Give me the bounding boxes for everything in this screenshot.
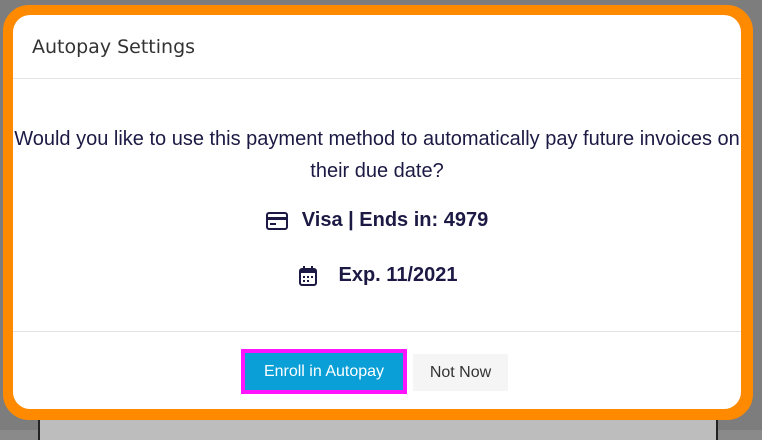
expiration-text: Exp. 11/2021 [338, 264, 458, 286]
expiration-line: Exp. 11/2021 [13, 264, 741, 287]
modal-footer: Enroll in Autopay Not Now [13, 332, 741, 409]
credit-card-icon [265, 211, 288, 231]
not-now-button[interactable]: Not Now [413, 354, 508, 391]
calendar-icon [297, 265, 319, 286]
autopay-settings-modal: Autopay Settings Would you like to use t… [13, 15, 741, 409]
enroll-autopay-button[interactable]: Enroll in Autopay [245, 353, 403, 390]
card-info-text: Visa | Ends in: 4979 [301, 209, 489, 231]
card-info-line: Visa | Ends in: 4979 [13, 209, 741, 232]
modal-header: Autopay Settings [13, 15, 741, 79]
enroll-focus-outline: Enroll in Autopay [241, 349, 407, 394]
modal-title: Autopay Settings [32, 35, 196, 58]
autopay-question: Would you like to use this payment metho… [14, 128, 740, 182]
modal-body: Would you like to use this payment metho… [13, 79, 741, 332]
